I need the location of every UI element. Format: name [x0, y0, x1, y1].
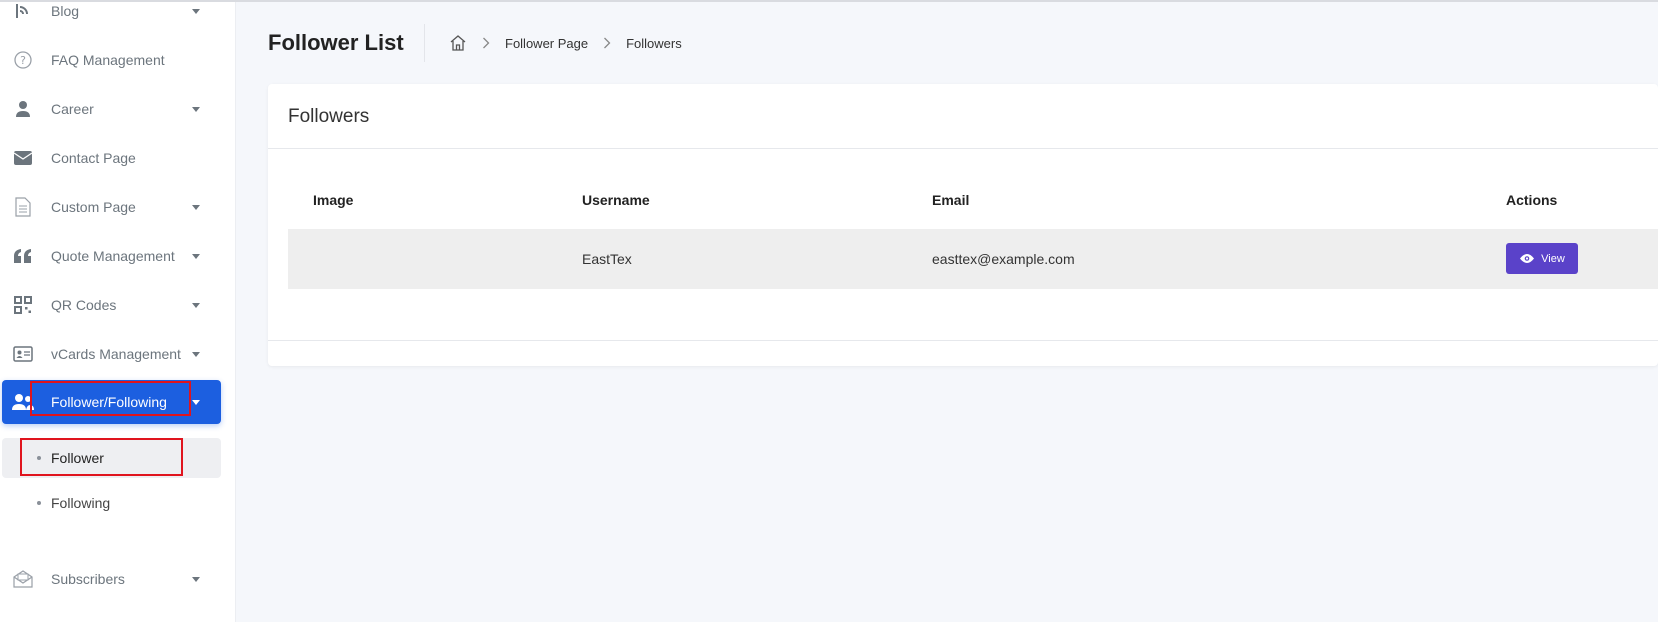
column-header-actions: Actions	[1506, 192, 1558, 208]
qrcode-icon	[12, 294, 34, 316]
submenu-item-label: Following	[51, 495, 111, 511]
sidebar-item-label: QR Codes	[51, 297, 117, 313]
home-icon[interactable]	[449, 34, 467, 52]
breadcrumb-follower-page[interactable]: Follower Page	[505, 36, 588, 51]
sidebar-item-qr-codes[interactable]: QR Codes	[0, 282, 236, 328]
sidebar-item-label: Career	[51, 101, 94, 117]
breadcrumb: Follower Page Followers	[449, 34, 682, 52]
sidebar-item-quote-management[interactable]: Quote Management	[0, 233, 236, 279]
blog-icon	[12, 0, 34, 22]
question-circle-icon: ?	[12, 49, 34, 71]
user-tie-icon	[12, 98, 34, 120]
view-button[interactable]: View	[1506, 243, 1578, 274]
card-footer-divider	[268, 340, 1658, 341]
sidebar-item-follower-following[interactable]: Follower/Following	[2, 380, 221, 424]
chevron-down-icon	[192, 204, 200, 210]
chevron-right-icon	[600, 37, 614, 49]
chevron-down-icon	[192, 351, 200, 357]
table-row: EastTex easttex@example.com View	[288, 229, 1658, 289]
sidebar-item-vcards-management[interactable]: vCards Management	[0, 331, 236, 377]
cell-email: easttex@example.com	[932, 251, 1075, 267]
chevron-down-icon	[192, 253, 200, 259]
sidebar-item-label: Contact Page	[51, 150, 136, 166]
title-divider	[424, 24, 425, 62]
chevron-down-icon	[192, 576, 200, 582]
submenu-item-following[interactable]: Following	[2, 483, 221, 523]
sidebar-item-label: Quote Management	[51, 248, 175, 264]
card-title: Followers	[288, 106, 370, 127]
file-icon	[12, 196, 34, 218]
cell-username: EastTex	[582, 251, 632, 267]
chevron-down-icon	[192, 8, 200, 14]
users-icon	[12, 391, 34, 413]
sidebar: Blog ? FAQ Management Career Contact Pag…	[0, 0, 236, 622]
column-header-email[interactable]: Email	[932, 192, 969, 208]
sidebar-item-label: Blog	[51, 3, 80, 19]
column-header-username[interactable]: Username	[582, 192, 650, 208]
sidebar-item-subscribers[interactable]: Subscribers	[0, 556, 236, 602]
id-card-icon	[12, 343, 34, 365]
chevron-down-icon	[192, 399, 200, 405]
sidebar-item-label: FAQ Management	[51, 52, 165, 68]
column-header-image[interactable]: Image	[313, 192, 353, 208]
sidebar-item-label: Follower/Following	[51, 394, 167, 410]
page-title: Follower List	[268, 30, 404, 55]
sidebar-item-custom-page[interactable]: Custom Page	[0, 184, 236, 230]
top-border	[0, 0, 1658, 2]
sidebar-item-blog[interactable]: Blog	[0, 0, 236, 34]
submenu-item-label: Follower	[51, 450, 104, 466]
sidebar-item-label: vCards Management	[51, 346, 181, 362]
sidebar-item-label: Subscribers	[51, 571, 125, 587]
chevron-down-icon	[192, 106, 200, 112]
breadcrumb-current: Followers	[626, 35, 682, 51]
sidebar-item-faq-management[interactable]: ? FAQ Management	[0, 37, 236, 83]
sidebar-item-career[interactable]: Career	[0, 86, 236, 132]
bullet-dot-icon	[37, 501, 41, 505]
sidebar-item-label: Custom Page	[51, 199, 136, 215]
chevron-right-icon	[479, 37, 493, 49]
eye-icon	[1519, 253, 1535, 264]
submenu-item-follower[interactable]: Follower	[2, 438, 221, 478]
chevron-down-icon	[192, 302, 200, 308]
sidebar-item-contact-page[interactable]: Contact Page	[0, 135, 236, 181]
envelope-icon	[12, 147, 34, 169]
followers-card: Followers Image Username Email Actions E…	[268, 84, 1658, 366]
svg-text:?: ?	[20, 54, 26, 67]
mail-open-icon	[12, 568, 34, 590]
card-header: Followers	[268, 84, 1658, 149]
quote-icon	[12, 245, 34, 267]
bullet-dot-icon	[37, 456, 41, 460]
view-button-label: View	[1541, 252, 1565, 265]
